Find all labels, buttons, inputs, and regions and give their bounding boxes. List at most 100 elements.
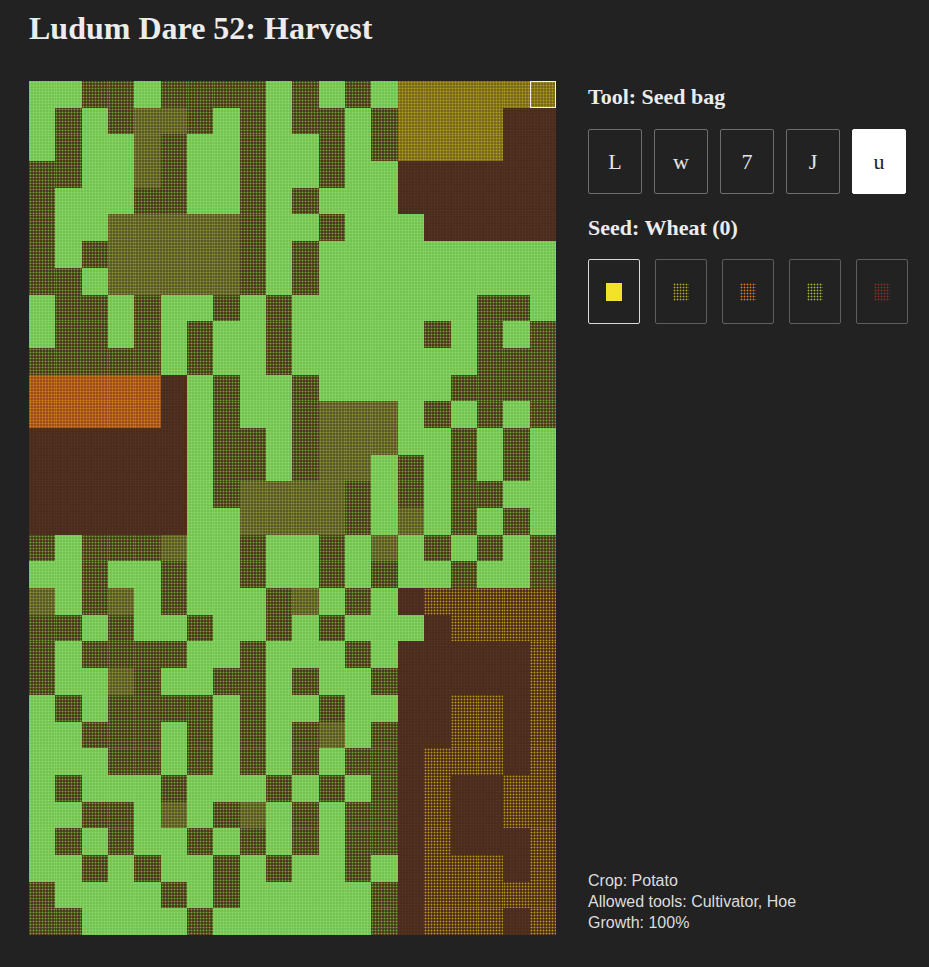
field-tile[interactable] — [161, 81, 187, 108]
field-tile[interactable] — [108, 535, 134, 562]
field-tile[interactable] — [108, 455, 134, 482]
field-tile[interactable] — [530, 802, 556, 829]
field-tile[interactable] — [503, 321, 529, 348]
field-tile[interactable] — [108, 295, 134, 322]
field-tile[interactable] — [530, 908, 556, 935]
field-tile[interactable] — [266, 188, 292, 215]
field-tile[interactable] — [398, 828, 424, 855]
field-tile[interactable] — [134, 321, 160, 348]
field-tile[interactable] — [530, 241, 556, 268]
field-tile[interactable] — [530, 455, 556, 482]
field-tile[interactable] — [398, 428, 424, 455]
field-tile[interactable] — [240, 268, 266, 295]
field-tile[interactable] — [161, 615, 187, 642]
field-tile[interactable] — [530, 108, 556, 135]
field-tile[interactable] — [161, 348, 187, 375]
field-tile[interactable] — [345, 268, 371, 295]
field-tile[interactable] — [503, 108, 529, 135]
field-tile[interactable] — [134, 908, 160, 935]
field-tile[interactable] — [240, 508, 266, 535]
field-tile[interactable] — [345, 641, 371, 668]
field-tile[interactable] — [424, 108, 450, 135]
field-tile[interactable] — [134, 882, 160, 909]
field-tile[interactable] — [55, 481, 81, 508]
field-tile[interactable] — [503, 668, 529, 695]
field-tile[interactable] — [240, 321, 266, 348]
field-tile[interactable] — [319, 241, 345, 268]
field-tile[interactable] — [477, 375, 503, 402]
field-tile[interactable] — [213, 108, 239, 135]
field-tile[interactable] — [266, 882, 292, 909]
field-tile[interactable] — [134, 401, 160, 428]
field-tile[interactable] — [451, 802, 477, 829]
field-tile[interactable] — [424, 188, 450, 215]
field-tile[interactable] — [530, 348, 556, 375]
field-tile[interactable] — [55, 375, 81, 402]
field-tile[interactable] — [424, 401, 450, 428]
field-tile[interactable] — [345, 241, 371, 268]
field-tile[interactable] — [55, 722, 81, 749]
field-tile[interactable] — [134, 722, 160, 749]
field-tile[interactable] — [187, 455, 213, 482]
field-tile[interactable] — [319, 802, 345, 829]
field-tile[interactable] — [319, 455, 345, 482]
field-tile[interactable] — [55, 81, 81, 108]
field-tile[interactable] — [55, 775, 81, 802]
seed-button[interactable] — [655, 259, 707, 324]
field-tile[interactable] — [292, 882, 318, 909]
field-tile[interactable] — [503, 908, 529, 935]
field-tile[interactable] — [345, 481, 371, 508]
field-tile[interactable] — [345, 81, 371, 108]
field-tile[interactable] — [213, 855, 239, 882]
field-tile[interactable] — [266, 241, 292, 268]
field-tile[interactable] — [213, 161, 239, 188]
field-tile[interactable] — [451, 188, 477, 215]
field-tile[interactable] — [108, 748, 134, 775]
field-tile[interactable] — [398, 481, 424, 508]
field-tile[interactable] — [240, 81, 266, 108]
field-tile[interactable] — [82, 108, 108, 135]
field-tile[interactable] — [266, 695, 292, 722]
field-tile[interactable] — [240, 134, 266, 161]
field-tile[interactable] — [398, 561, 424, 588]
field-tile[interactable] — [530, 481, 556, 508]
field-tile[interactable] — [266, 668, 292, 695]
field-tile[interactable] — [398, 775, 424, 802]
field-tile[interactable] — [530, 214, 556, 241]
field-tile[interactable] — [503, 268, 529, 295]
field-tile[interactable] — [398, 161, 424, 188]
field-tile[interactable] — [292, 588, 318, 615]
field-tile[interactable] — [292, 561, 318, 588]
field-tile[interactable] — [451, 401, 477, 428]
field-tile[interactable] — [240, 214, 266, 241]
field-tile[interactable] — [451, 615, 477, 642]
field-tile[interactable] — [292, 134, 318, 161]
field-tile[interactable] — [451, 668, 477, 695]
field-tile[interactable] — [424, 134, 450, 161]
tool-button[interactable]: L — [588, 129, 642, 194]
field-tile[interactable] — [292, 161, 318, 188]
field-tile[interactable] — [108, 802, 134, 829]
field-tile[interactable] — [213, 268, 239, 295]
field-tile[interactable] — [29, 535, 55, 562]
field-tile[interactable] — [345, 828, 371, 855]
field-tile[interactable] — [187, 908, 213, 935]
field-tile[interactable] — [161, 641, 187, 668]
field-tile[interactable] — [371, 722, 397, 749]
field-tile[interactable] — [477, 214, 503, 241]
field-tile[interactable] — [503, 188, 529, 215]
field-tile[interactable] — [451, 748, 477, 775]
field-tile[interactable] — [424, 695, 450, 722]
field-tile[interactable] — [161, 214, 187, 241]
field-tile[interactable] — [29, 321, 55, 348]
field-tile[interactable] — [477, 134, 503, 161]
field-tile[interactable] — [108, 722, 134, 749]
field-tile[interactable] — [345, 775, 371, 802]
field-tile[interactable] — [29, 508, 55, 535]
field-tile[interactable] — [29, 214, 55, 241]
field-tile[interactable] — [398, 188, 424, 215]
field-tile[interactable] — [55, 508, 81, 535]
field-tile[interactable] — [108, 908, 134, 935]
field-tile[interactable] — [292, 908, 318, 935]
field-tile[interactable] — [398, 268, 424, 295]
